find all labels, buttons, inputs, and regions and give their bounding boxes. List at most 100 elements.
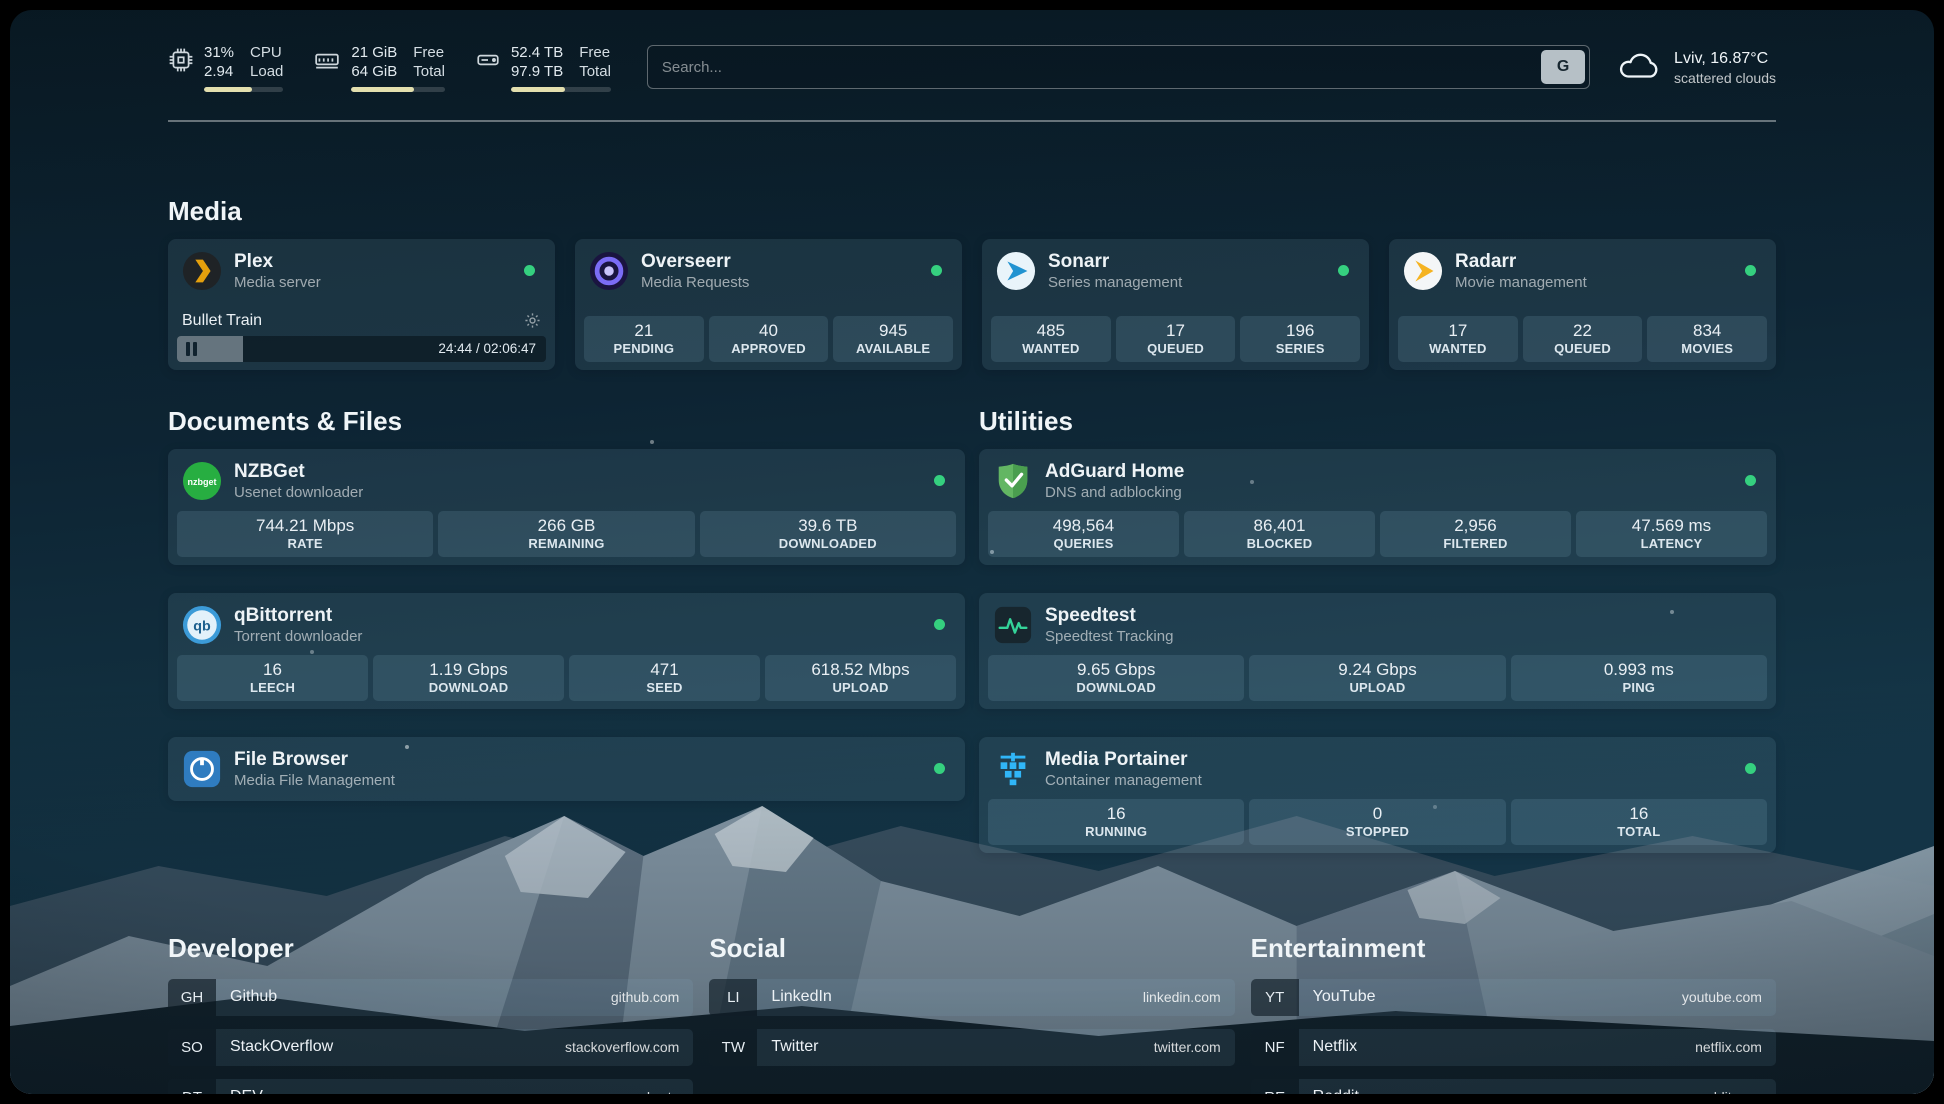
- service-card-qbittorrent[interactable]: qb qBittorrent Torrent downloader 16LEEC…: [168, 593, 965, 709]
- stat-pending: 21PENDING: [584, 316, 704, 362]
- section-title-documents: Documents & Files: [168, 406, 965, 437]
- bookmark-youtube[interactable]: YT YouTube youtube.com: [1251, 979, 1776, 1016]
- service-description: Media Requests: [641, 273, 749, 292]
- speedtest-icon: [993, 605, 1033, 645]
- status-dot: [934, 763, 945, 774]
- stat-running: 16RUNNING: [988, 799, 1244, 845]
- status-dot: [931, 265, 942, 276]
- stat-stopped: 0STOPPED: [1249, 799, 1505, 845]
- bookmark-stackoverflow[interactable]: SO StackOverflow stackoverflow.com: [168, 1029, 693, 1066]
- bookmark-name: Netflix: [1299, 1038, 1695, 1056]
- cpu-usage-label: CPU: [250, 43, 283, 62]
- search-input[interactable]: [648, 59, 1541, 76]
- stat-wanted: 17WANTED: [1398, 316, 1518, 362]
- bookmark-abbr: LI: [709, 979, 757, 1016]
- stat-download: 9.65 GbpsDOWNLOAD: [988, 655, 1244, 701]
- radarr-icon: [1403, 251, 1443, 291]
- service-name: Radarr: [1455, 250, 1587, 273]
- section-title-media: Media: [168, 196, 1776, 227]
- status-dot: [934, 619, 945, 630]
- dashboard-screen: 31% CPU 2.94 Load 21 GiB Free 64: [10, 10, 1934, 1094]
- bookmark-name: YouTube: [1299, 988, 1682, 1006]
- stat-blocked: 86,401BLOCKED: [1184, 511, 1375, 557]
- bookmark-github[interactable]: GH Github github.com: [168, 979, 693, 1016]
- bookmark-name: Twitter: [757, 1038, 1153, 1056]
- status-dot: [1745, 265, 1756, 276]
- stat-seed: 471SEED: [569, 655, 760, 701]
- cpu-progress-bar: [204, 87, 283, 92]
- service-card-radarr[interactable]: Radarr Movie management 17WANTED 22QUEUE…: [1389, 239, 1776, 370]
- ram-total-label: Total: [413, 62, 445, 81]
- bookmark-url: github.com: [611, 989, 693, 1005]
- stat-download: 1.19 GbpsDOWNLOAD: [373, 655, 564, 701]
- qbittorrent-icon: qb: [182, 605, 222, 645]
- stat-series: 196SERIES: [1240, 316, 1360, 362]
- stat-queued: 17QUEUED: [1116, 316, 1236, 362]
- disk-progress-bar: [511, 87, 611, 92]
- service-name: Plex: [234, 250, 321, 273]
- section-title-developer: Developer: [168, 933, 693, 964]
- weather-location: Lviv, 16.87°C: [1674, 48, 1776, 69]
- bookmark-url: twitter.com: [1154, 1039, 1235, 1055]
- cpu-widget: 31% CPU 2.94 Load: [168, 43, 283, 92]
- plex-icon: [182, 251, 222, 291]
- service-card-nzbget[interactable]: nzbget NZBGet Usenet downloader 744.21 M…: [168, 449, 965, 565]
- gear-icon[interactable]: [524, 312, 541, 329]
- stat-filtered: 2,956FILTERED: [1380, 511, 1571, 557]
- bookmark-netflix[interactable]: NF Netflix netflix.com: [1251, 1029, 1776, 1066]
- status-dot: [1338, 265, 1349, 276]
- adguard-icon: [993, 461, 1033, 501]
- svg-text:qb: qb: [193, 618, 211, 634]
- bookmark-abbr: DT: [168, 1079, 216, 1095]
- weather-condition: scattered clouds: [1674, 69, 1776, 87]
- service-card-sonarr[interactable]: Sonarr Series management 485WANTED 17QUE…: [982, 239, 1369, 370]
- bookmark-twitter[interactable]: TW Twitter twitter.com: [709, 1029, 1234, 1066]
- section-title-utilities: Utilities: [979, 406, 1776, 437]
- bookmark-name: LinkedIn: [757, 988, 1143, 1006]
- service-name: qBittorrent: [234, 604, 362, 627]
- bookmark-reddit[interactable]: RE Reddit reddit.com: [1251, 1079, 1776, 1095]
- bookmark-name: StackOverflow: [216, 1038, 565, 1056]
- service-card-filebrowser[interactable]: File Browser Media File Management: [168, 737, 965, 801]
- search-provider-button[interactable]: G: [1541, 50, 1585, 84]
- bookmark-abbr: RE: [1251, 1079, 1299, 1095]
- bookmark-url: dev.to: [642, 1089, 693, 1094]
- service-description: Torrent downloader: [234, 627, 362, 646]
- service-card-plex[interactable]: Plex Media server Bullet Train: [168, 239, 555, 370]
- cpu-load-value: 2.94: [204, 62, 234, 81]
- stat-upload: 618.52 MbpsUPLOAD: [765, 655, 956, 701]
- playback-time: 24:44 / 02:06:47: [438, 341, 536, 356]
- service-card-adguard[interactable]: AdGuard Home DNS and adblocking 498,564Q…: [979, 449, 1776, 565]
- documents-column: Documents & Files nzbget NZBGet Usenet d…: [168, 406, 965, 853]
- ram-free-value: 21 GiB: [351, 43, 397, 62]
- service-description: Container management: [1045, 771, 1202, 790]
- bookmark-abbr: YT: [1251, 979, 1299, 1016]
- service-card-speedtest[interactable]: Speedtest Speedtest Tracking 9.65 GbpsDO…: [979, 593, 1776, 709]
- cloud-icon: [1616, 48, 1662, 87]
- bookmark-dev[interactable]: DT DEV dev.to: [168, 1079, 693, 1095]
- service-card-overseerr[interactable]: Overseerr Media Requests 21PENDING 40APP…: [575, 239, 962, 370]
- svg-text:nzbget: nzbget: [187, 476, 216, 486]
- bookmark-name: Reddit: [1299, 1088, 1697, 1094]
- service-name: Overseerr: [641, 250, 749, 273]
- sonarr-icon: [996, 251, 1036, 291]
- disk-icon: [475, 47, 501, 78]
- stat-downloaded: 39.6 TBDOWNLOADED: [700, 511, 956, 557]
- weather-widget[interactable]: Lviv, 16.87°C scattered clouds: [1616, 48, 1776, 87]
- service-card-portainer[interactable]: Media Portainer Container management 16R…: [979, 737, 1776, 853]
- service-name: Sonarr: [1048, 250, 1182, 273]
- cpu-load-label: Load: [250, 62, 283, 81]
- ram-total-value: 64 GiB: [351, 62, 397, 81]
- pause-button[interactable]: [186, 342, 198, 356]
- status-dot: [1745, 763, 1756, 774]
- cpu-usage-value: 31%: [204, 43, 234, 62]
- stat-latency: 47.569 msLATENCY: [1576, 511, 1767, 557]
- stat-approved: 40APPROVED: [709, 316, 829, 362]
- ram-icon: [313, 47, 341, 78]
- bookmark-linkedin[interactable]: LI LinkedIn linkedin.com: [709, 979, 1234, 1016]
- service-name: File Browser: [234, 748, 395, 771]
- bookmark-abbr: GH: [168, 979, 216, 1016]
- playback-progress-bar[interactable]: 24:44 / 02:06:47: [177, 336, 546, 362]
- service-name: Media Portainer: [1045, 748, 1202, 771]
- section-title-entertainment: Entertainment: [1251, 933, 1776, 964]
